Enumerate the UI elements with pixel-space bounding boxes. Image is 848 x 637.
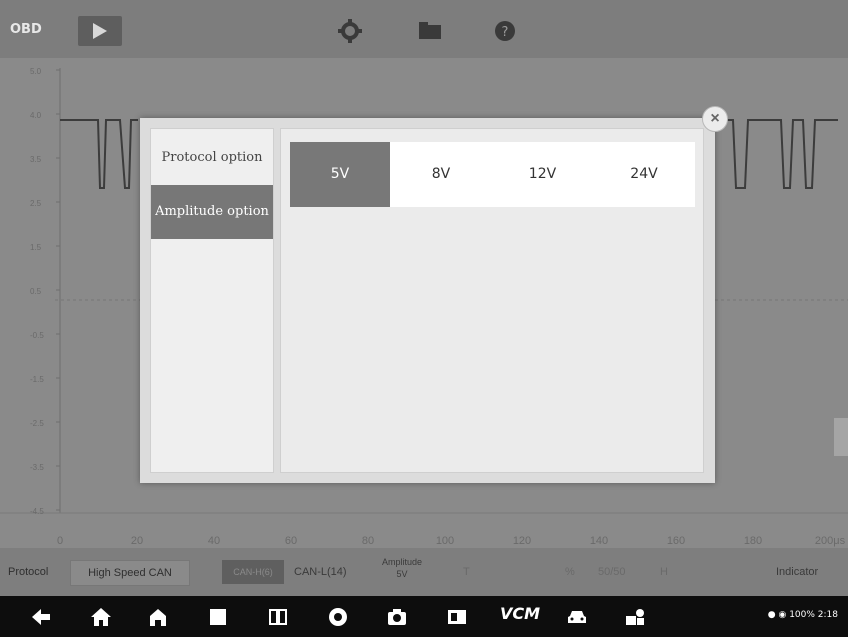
home-icon[interactable] xyxy=(90,606,112,628)
can-h-button[interactable]: CAN-H(6) xyxy=(222,560,284,584)
vci-label: VCM xyxy=(500,604,541,623)
right-scroll-handle xyxy=(834,418,848,456)
y-tick-label: -4.5 xyxy=(30,507,44,516)
side-item-protocol-option[interactable]: Protocol option xyxy=(151,131,273,185)
y-tick-label: 5.0 xyxy=(30,67,42,76)
amplitude-option-row: 5V 8V 12V 24V xyxy=(290,142,695,207)
browser-icon[interactable] xyxy=(327,606,349,628)
x-tick-label: 140 xyxy=(590,535,608,547)
camera-icon[interactable] xyxy=(386,606,408,628)
protocol-label: Protocol xyxy=(8,566,49,578)
amplitude-indicator[interactable]: Amplitude 5V xyxy=(372,556,432,580)
signal-trace xyxy=(60,119,138,189)
options-side-panel: Protocol option Amplitude option xyxy=(150,128,274,473)
square-icon[interactable] xyxy=(207,606,229,628)
x-tick-label: 180 xyxy=(744,535,762,547)
obd-label: OBD xyxy=(10,22,42,37)
indicator-label[interactable]: Indicator xyxy=(776,548,818,596)
h-label[interactable]: H xyxy=(660,548,668,596)
amplitude-12v-button[interactable]: 12V xyxy=(492,142,593,207)
x-tick-label: 0 xyxy=(57,535,63,547)
split-icon[interactable] xyxy=(267,606,289,628)
t-label[interactable]: T xyxy=(463,548,470,596)
close-button[interactable]: × xyxy=(702,106,728,132)
folder-icon[interactable] xyxy=(415,16,445,46)
amplitude-label: Amplitude xyxy=(381,557,423,567)
battery-time-text: 100% 2:18 xyxy=(789,610,838,620)
svg-text:?: ? xyxy=(502,25,509,40)
y-tick-label: -3.5 xyxy=(30,463,44,472)
location-icon: ● xyxy=(767,610,776,620)
x-tick-label: 80 xyxy=(362,535,374,547)
y-tick-label: -0.5 xyxy=(30,331,44,340)
house-icon[interactable] xyxy=(147,606,169,628)
system-navbar: VCM ● ◉ 100% 2:18 xyxy=(0,596,848,637)
x-tick-label: 100 xyxy=(436,535,454,547)
side-item-amplitude-option[interactable]: Amplitude option xyxy=(151,185,273,239)
x-tick-label: 20 xyxy=(131,535,143,547)
help-icon[interactable]: ? xyxy=(490,16,520,46)
system-status-indicators: ● ◉ 100% 2:18 xyxy=(768,610,838,620)
back-icon[interactable] xyxy=(30,606,52,628)
y-tick-label: 4.0 xyxy=(30,111,42,120)
play-icon xyxy=(93,23,107,39)
y-tick-label: 3.5 xyxy=(30,155,42,164)
can-l-button[interactable]: CAN-L(14) xyxy=(294,548,347,596)
y-tick-label: 0.5 xyxy=(30,287,42,296)
play-button[interactable] xyxy=(78,16,122,46)
x-tick-label: 40 xyxy=(208,535,220,547)
wifi-icon: ◉ xyxy=(778,610,787,620)
percent-label[interactable]: % xyxy=(565,548,575,596)
y-tick-label: 2.5 xyxy=(30,199,42,208)
car-icon[interactable] xyxy=(566,606,588,628)
top-toolbar: OBD ? xyxy=(0,0,848,58)
screen-icon[interactable] xyxy=(446,606,468,628)
amplitude-value: 5V xyxy=(396,569,408,579)
status-row: Protocol High Speed CAN CAN-H(6) CAN-L(1… xyxy=(0,548,848,596)
amplitude-8v-button[interactable]: 8V xyxy=(390,142,492,207)
y-tick-label: -2.5 xyxy=(30,419,44,428)
x-tick-label: 60 xyxy=(285,535,297,547)
x-tick-label: 120 xyxy=(513,535,531,547)
amplitude-24v-button[interactable]: 24V xyxy=(593,142,695,207)
y-tick-label: 1.5 xyxy=(30,243,42,252)
shop-icon[interactable] xyxy=(624,606,646,628)
x-tick-label: 200μs xyxy=(815,535,846,547)
x-tick-label: 160 xyxy=(667,535,685,547)
close-icon: × xyxy=(710,110,720,127)
amplitude-5v-button[interactable]: 5V xyxy=(290,142,390,207)
signal-trace-right xyxy=(715,119,838,189)
ratio-label[interactable]: 50/50 xyxy=(598,548,626,596)
gear-icon[interactable] xyxy=(335,16,365,46)
vci-icon[interactable]: VCM xyxy=(500,604,540,626)
protocol-select[interactable]: High Speed CAN xyxy=(70,560,190,586)
y-tick-label: -1.5 xyxy=(30,375,44,384)
